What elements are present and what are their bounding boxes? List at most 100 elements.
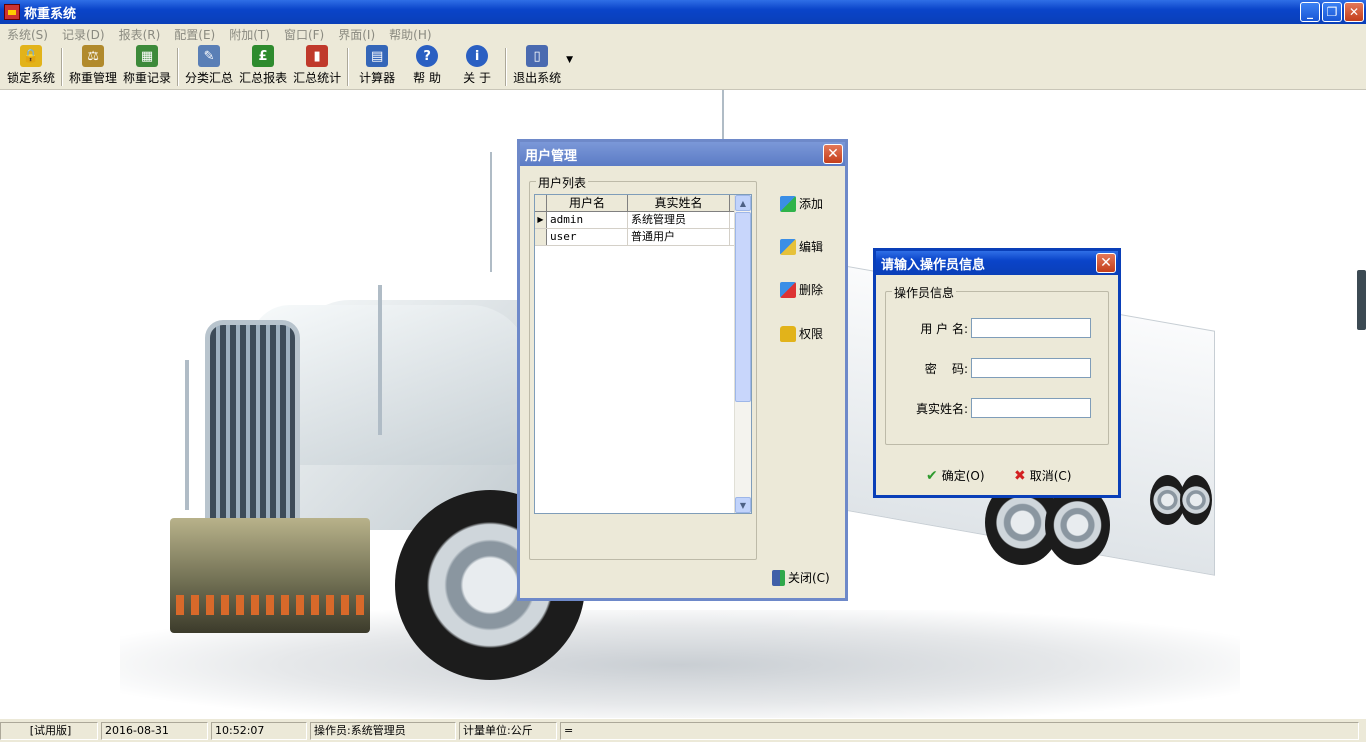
summary-report-icon: £ bbox=[252, 45, 275, 67]
table-row[interactable]: ▶ admin 系统管理员 bbox=[535, 212, 751, 229]
cell-username[interactable]: user bbox=[547, 229, 628, 245]
user-management-close-x-button[interactable]: ✕ bbox=[823, 144, 843, 164]
menu-window[interactable]: 窗口(F) bbox=[277, 26, 331, 43]
status-extra: = bbox=[560, 721, 1359, 740]
weighing-records-button[interactable]: ▦ 称重记录 bbox=[120, 45, 174, 89]
status-time: 10:52:07 bbox=[211, 721, 307, 740]
help-icon: ? bbox=[416, 45, 439, 67]
background-truck-bumper bbox=[170, 518, 370, 633]
close-button[interactable]: ✕ bbox=[1344, 2, 1364, 22]
truck-app-icon bbox=[4, 4, 20, 20]
menu-interface[interactable]: 界面(I) bbox=[331, 26, 382, 43]
door-exit-icon bbox=[772, 569, 785, 586]
table-row[interactable]: user 普通用户 bbox=[535, 229, 751, 246]
cell-realname[interactable]: 系统管理员 bbox=[628, 212, 730, 228]
username-row: 用 户 名: bbox=[901, 318, 1091, 338]
summary-report-button[interactable]: £ 汇总报表 bbox=[236, 45, 290, 89]
user-table-header: 用户名 真实姓名 bbox=[535, 195, 751, 212]
ok-button[interactable]: ✔ 确定(O) bbox=[926, 467, 985, 484]
status-bar: [试用版] 2016-08-31 10:52:07 操作员:系统管理员 计量单位… bbox=[0, 718, 1366, 742]
user-table[interactable]: 用户名 真实姓名 ▶ admin 系统管理员 user 普通用户 ▲ ▼ bbox=[534, 194, 752, 514]
about-button[interactable]: i关 于 bbox=[452, 45, 502, 89]
username-input[interactable] bbox=[971, 318, 1091, 338]
toolbar-separator bbox=[61, 48, 64, 86]
password-label: 密 码: bbox=[924, 361, 968, 376]
menu-help[interactable]: 帮助(H) bbox=[382, 26, 438, 43]
realname-row: 真实姓名: bbox=[901, 398, 1091, 418]
status-operator: 操作员:系统管理员 bbox=[310, 721, 456, 740]
menu-system[interactable]: 系统(S) bbox=[0, 26, 55, 43]
toolbar: 🔒 锁定系统 ⚖ 称重管理 ▦ 称重记录 ✎ 分类汇总 £ 汇总报表 ▮ 汇总统计 ▤ 计算器… bbox=[0, 44, 1366, 90]
edit-user-icon bbox=[780, 238, 796, 255]
realname-label: 真实姓名: bbox=[915, 401, 968, 416]
status-date: 2016-08-31 bbox=[101, 721, 208, 740]
exit-system-button[interactable]: ▯ 退出系统 bbox=[510, 45, 564, 89]
permissions-label: 权限 bbox=[799, 327, 824, 341]
minimize-button[interactable]: _ bbox=[1300, 2, 1320, 22]
window-title: 称重系统 bbox=[24, 6, 77, 22]
toolbar-overflow-arrow[interactable]: ▼ bbox=[566, 55, 573, 65]
menu-reports[interactable]: 报表(R) bbox=[112, 26, 168, 43]
add-user-icon bbox=[780, 195, 796, 212]
toolbar-separator bbox=[347, 48, 350, 86]
row-indicator bbox=[535, 229, 547, 245]
cancel-button[interactable]: ✖ 取消(C) bbox=[1014, 467, 1071, 484]
user-management-title-bar[interactable]: 用户管理 ✕ bbox=[520, 142, 845, 166]
operator-info-group-label: 操作员信息 bbox=[892, 284, 957, 301]
operator-info-close-x-button[interactable]: ✕ bbox=[1096, 253, 1116, 273]
scroll-up-button[interactable]: ▲ bbox=[735, 195, 751, 211]
lock-icon: 🔒 bbox=[20, 45, 42, 67]
close-user-management-button[interactable]: 关闭(C) bbox=[772, 569, 830, 586]
column-header-realname[interactable]: 真实姓名 bbox=[628, 195, 730, 211]
delete-user-button[interactable]: 删除 bbox=[780, 281, 823, 298]
lock-icon bbox=[780, 325, 796, 342]
password-row: 密 码: bbox=[901, 358, 1091, 378]
calculator-icon: ▤ bbox=[366, 45, 389, 67]
app-window: 称重系统 _ ❐ ✕ 系统(S) 记录(D) 报表(R) 配置(E) 附加(T)… bbox=[0, 0, 1366, 742]
category-summary-button[interactable]: ✎ 分类汇总 bbox=[182, 45, 236, 89]
title-bar[interactable]: 称重系统 _ ❐ ✕ bbox=[0, 0, 1366, 24]
menu-bar: 系统(S) 记录(D) 报表(R) 配置(E) 附加(T) 窗口(F) 界面(I… bbox=[0, 24, 1366, 44]
scroll-down-button[interactable]: ▼ bbox=[735, 497, 751, 513]
menu-config[interactable]: 配置(E) bbox=[167, 26, 222, 43]
username-label: 用 户 名: bbox=[920, 321, 968, 336]
background-edge-strip bbox=[1357, 270, 1366, 330]
current-row-indicator-icon: ▶ bbox=[535, 212, 547, 228]
permissions-button[interactable]: 权限 bbox=[780, 325, 823, 342]
cell-username[interactable]: admin bbox=[547, 212, 628, 228]
column-header-username[interactable]: 用户名 bbox=[547, 195, 628, 211]
restore-button[interactable]: ❐ bbox=[1322, 2, 1342, 22]
edit-user-button[interactable]: 编辑 bbox=[780, 238, 823, 255]
ok-label: 确定(O) bbox=[941, 469, 985, 483]
operator-info-dialog: 请输入操作员信息 ✕ 操作员信息 用 户 名: 密 码: 真实姓名: ✔ 确定(… bbox=[873, 248, 1121, 498]
cell-realname[interactable]: 普通用户 bbox=[628, 229, 730, 245]
add-user-label: 添加 bbox=[799, 197, 824, 211]
user-table-scrollbar[interactable]: ▲ ▼ bbox=[734, 195, 751, 513]
delete-user-label: 删除 bbox=[799, 283, 824, 297]
add-user-button[interactable]: 添加 bbox=[780, 195, 823, 212]
statistics-button[interactable]: ▮ 汇总统计 bbox=[290, 45, 344, 89]
records-icon: ▦ bbox=[136, 45, 159, 67]
user-list-group: 用户列表 用户名 真实姓名 ▶ admin 系统管理员 user 普通用户 ▲ … bbox=[529, 174, 757, 560]
realname-input[interactable] bbox=[971, 398, 1091, 418]
weighing-management-button[interactable]: ⚖ 称重管理 bbox=[66, 45, 120, 89]
calculator-button[interactable]: ▤ 计算器 bbox=[352, 45, 402, 89]
user-management-dialog: 用户管理 ✕ 用户列表 用户名 真实姓名 ▶ admin 系统管理员 user … bbox=[517, 139, 848, 601]
background-truck-lights bbox=[176, 595, 366, 615]
about-icon: i bbox=[466, 45, 489, 67]
scroll-thumb[interactable] bbox=[735, 212, 751, 402]
delete-user-icon bbox=[780, 281, 796, 298]
background-truck-antenna bbox=[722, 90, 724, 140]
operator-info-title-bar[interactable]: 请输入操作员信息 ✕ bbox=[876, 251, 1118, 275]
menu-records[interactable]: 记录(D) bbox=[55, 26, 112, 43]
menu-addons[interactable]: 附加(T) bbox=[222, 26, 277, 43]
lock-system-button[interactable]: 🔒 锁定系统 bbox=[4, 45, 58, 89]
row-indicator-header bbox=[535, 195, 547, 211]
status-edition: [试用版] bbox=[0, 721, 98, 740]
background-truck-antenna bbox=[185, 360, 189, 510]
help-button[interactable]: ? 帮 助 bbox=[402, 45, 452, 89]
password-input[interactable] bbox=[971, 358, 1091, 378]
statistics-icon: ▮ bbox=[306, 45, 329, 67]
background-truck-antenna bbox=[490, 152, 492, 272]
toolbar-separator bbox=[505, 48, 508, 86]
